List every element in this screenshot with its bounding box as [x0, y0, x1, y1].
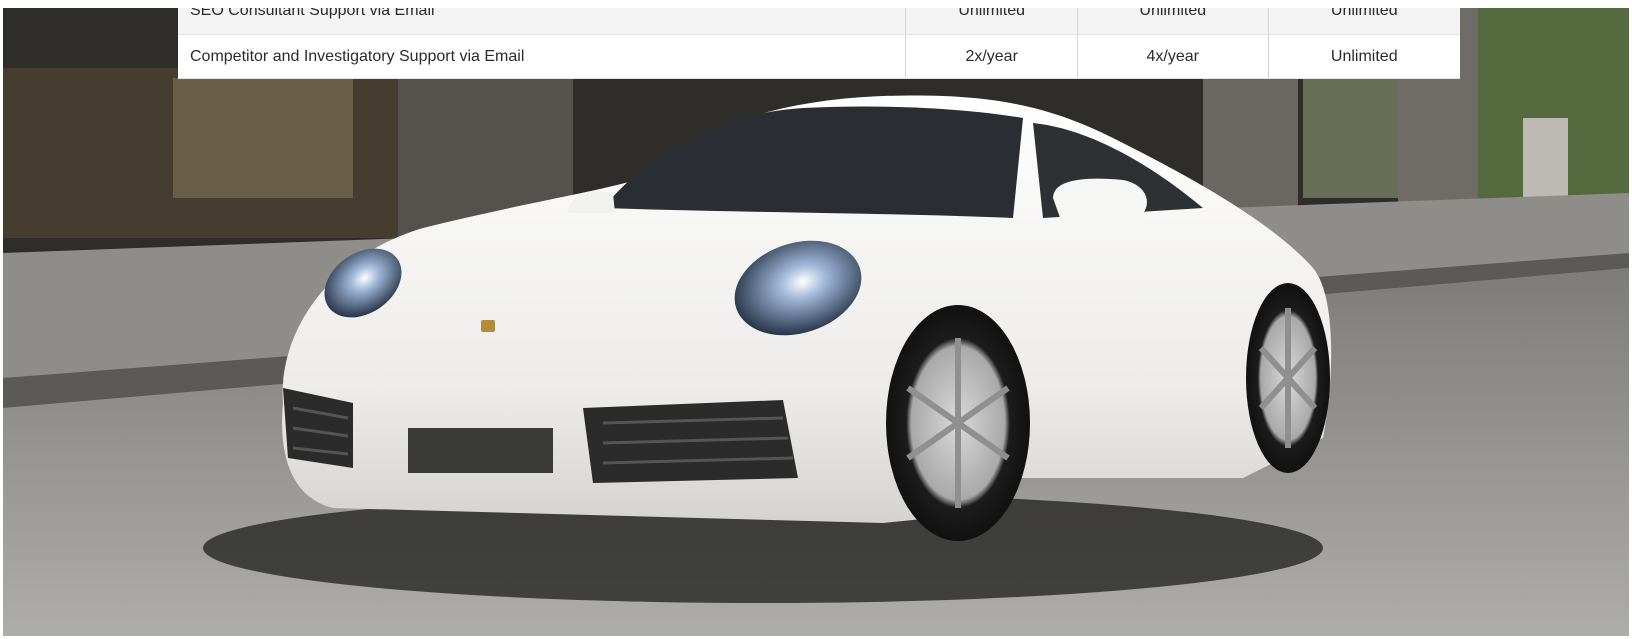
pricing-table: SEO Consultant Support via Email Unlimit…: [178, 8, 1460, 79]
table-row: SEO Consultant Support via Email Unlimit…: [178, 8, 1460, 35]
tier-2-cell: Unlimited: [1077, 8, 1269, 35]
tier-3-cell: Unlimited: [1267, 34, 1460, 79]
table-row: Competitor and Investigatory Support via…: [178, 34, 1460, 79]
feature-cell: Competitor and Investigatory Support via…: [178, 34, 906, 79]
tier-1-cell: 2x/year: [905, 34, 1078, 79]
tier-2-cell: 4x/year: [1077, 34, 1269, 79]
tier-3-cell: Unlimited: [1267, 8, 1460, 35]
hero-image: SEO Consultant Support via Email Unlimit…: [3, 8, 1629, 636]
tier-1-cell: Unlimited: [905, 8, 1078, 35]
feature-cell: SEO Consultant Support via Email: [178, 8, 906, 35]
white-sports-coupe-photo: [3, 8, 1629, 636]
